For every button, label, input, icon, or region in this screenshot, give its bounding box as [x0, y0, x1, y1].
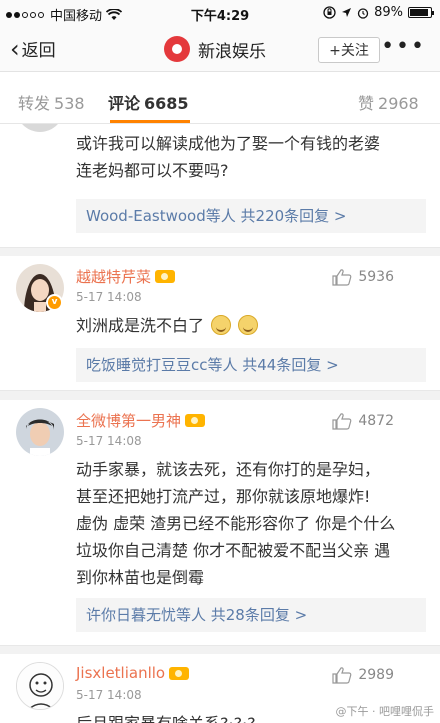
username-text: 全微博第一男神 — [76, 412, 182, 430]
comment-username[interactable]: Jisxletlianllo — [76, 664, 190, 682]
location-arrow-icon — [342, 8, 352, 17]
watermark: @下午 · 吧哩哩侃手 — [336, 703, 435, 719]
comment-text-line: 到你林苗也是倒霉 — [76, 568, 205, 587]
lock-rotation-icon — [323, 6, 336, 19]
comment-item[interactable]: v 越越特芹菜 5-17 14:08 5936 刘洲成是洗不白了 吃饭睡觉打豆豆… — [0, 256, 440, 391]
thumbs-up-icon — [332, 413, 352, 430]
sina-eye-logo-icon — [164, 36, 190, 62]
back-label: 返回 — [21, 41, 56, 61]
comment-text-line: 甚至还把她打流产过，那你就该原地爆炸! — [76, 487, 371, 506]
like-count: 4872 — [358, 413, 394, 429]
reply-summary-link[interactable]: 许你日暮无忧等人 共28条回复 > — [76, 598, 426, 632]
tab-comment-count: 6685 — [144, 94, 189, 113]
username-text: 越越特芹菜 — [76, 268, 152, 286]
battery-icon — [408, 7, 434, 18]
alarm-clock-icon — [357, 7, 369, 19]
comment-username[interactable]: 越越特芹菜 — [76, 266, 176, 287]
more-options-icon[interactable]: ••• — [381, 36, 426, 58]
comment-time: 5-17 14:08 — [76, 688, 142, 702]
comment-text: 动手家暴，就该去死，还有你打的是孕妇， 甚至还把她打流产过，那你就该原地爆炸! … — [76, 456, 426, 591]
comment-text: 或许我可以解读成他为了娶一个有钱的老婆 连老妈都可以不要吗? — [76, 130, 426, 184]
battery-percent: 89% — [374, 5, 403, 20]
like-button[interactable]: 2989 — [332, 666, 394, 684]
status-right: 89% — [323, 5, 434, 20]
follow-button[interactable]: +关注 — [318, 37, 380, 63]
emoji-icon — [211, 315, 232, 335]
comment-text-line: 动手家暴，就该去死，还有你打的是孕妇， — [76, 460, 381, 479]
avatar[interactable] — [16, 124, 64, 132]
tab-like-count: 2968 — [378, 94, 419, 113]
thumbs-up-icon — [332, 269, 352, 286]
avatar[interactable] — [16, 662, 64, 710]
comment-feed[interactable]: 或许我可以解读成他为了娶一个有钱的老婆 连老妈都可以不要吗? Wood-East… — [0, 124, 440, 723]
reply-summary-link[interactable]: 吃饭睡觉打豆豆cc等人 共44条回复 > — [76, 348, 426, 382]
verified-badge-icon: v — [46, 294, 63, 311]
active-tab-indicator — [110, 120, 190, 123]
reply-summary-link[interactable]: Wood-Eastwood等人 共220条回复 > — [76, 199, 426, 233]
comment-text-line: 或许我可以解读成他为了娶一个有钱的老婆 — [76, 134, 381, 153]
username-text: Jisxletlianllo — [76, 664, 166, 682]
member-badge-icon — [169, 666, 190, 680]
avatar[interactable] — [16, 408, 64, 456]
like-button[interactable]: 4872 — [332, 412, 394, 430]
comment-time: 5-17 14:08 — [76, 434, 142, 448]
tab-bar: 转发 538 评论 6685 赞 2968 — [0, 72, 440, 124]
tab-comment-label: 评论 — [108, 94, 141, 113]
status-bar: 中国移动 下午4:29 89% — [0, 0, 440, 26]
comment-text-body: 刘洲成是洗不白了 — [76, 316, 205, 335]
tab-like-label: 赞 — [358, 94, 375, 113]
tab-comment[interactable]: 评论 6685 — [108, 90, 189, 114]
emoji-icon — [238, 315, 259, 335]
comment-text-line: 连老妈都可以不要吗? — [76, 161, 229, 180]
back-button[interactable]: ‹ 返回 — [10, 34, 56, 63]
member-badge-icon — [155, 270, 176, 283]
comment-text-line: 虚伪 虚荣 渣男已经不能形容你了 你是个什么 — [76, 514, 396, 533]
like-count: 2989 — [358, 667, 394, 683]
like-button[interactable]: 5936 — [332, 268, 394, 286]
tab-repost-count: 538 — [54, 94, 85, 113]
comment-time: 5-17 14:08 — [76, 290, 142, 304]
tab-like[interactable]: 赞 2968 — [358, 90, 419, 114]
comment-item[interactable]: 全微博第一男神 5-17 14:08 4872 动手家暴，就该去死，还有你打的是… — [0, 400, 440, 646]
comment-text-line: 垃圾你自己清楚 你才不配被爱不配当父亲 遇 — [76, 541, 391, 560]
nav-bar: ‹ 返回 新浪娱乐 +关注 ••• — [0, 26, 440, 72]
watermark-text: @下午 · 吧哩哩侃手 — [335, 705, 435, 718]
like-count: 5936 — [358, 269, 394, 285]
chevron-left-icon: ‹ — [10, 34, 20, 63]
comment-username[interactable]: 全微博第一男神 — [76, 410, 206, 431]
page-title: 新浪娱乐 — [198, 41, 266, 62]
comment-item[interactable]: 或许我可以解读成他为了娶一个有钱的老婆 连老妈都可以不要吗? Wood-East… — [0, 124, 440, 248]
tab-repost[interactable]: 转发 538 — [18, 90, 85, 114]
comment-text: 刘洲成是洗不白了 — [76, 312, 426, 339]
member-badge-icon — [185, 414, 206, 427]
thumbs-up-icon — [332, 667, 352, 684]
nav-title: 新浪娱乐 — [164, 36, 266, 62]
tab-repost-label: 转发 — [18, 94, 51, 113]
